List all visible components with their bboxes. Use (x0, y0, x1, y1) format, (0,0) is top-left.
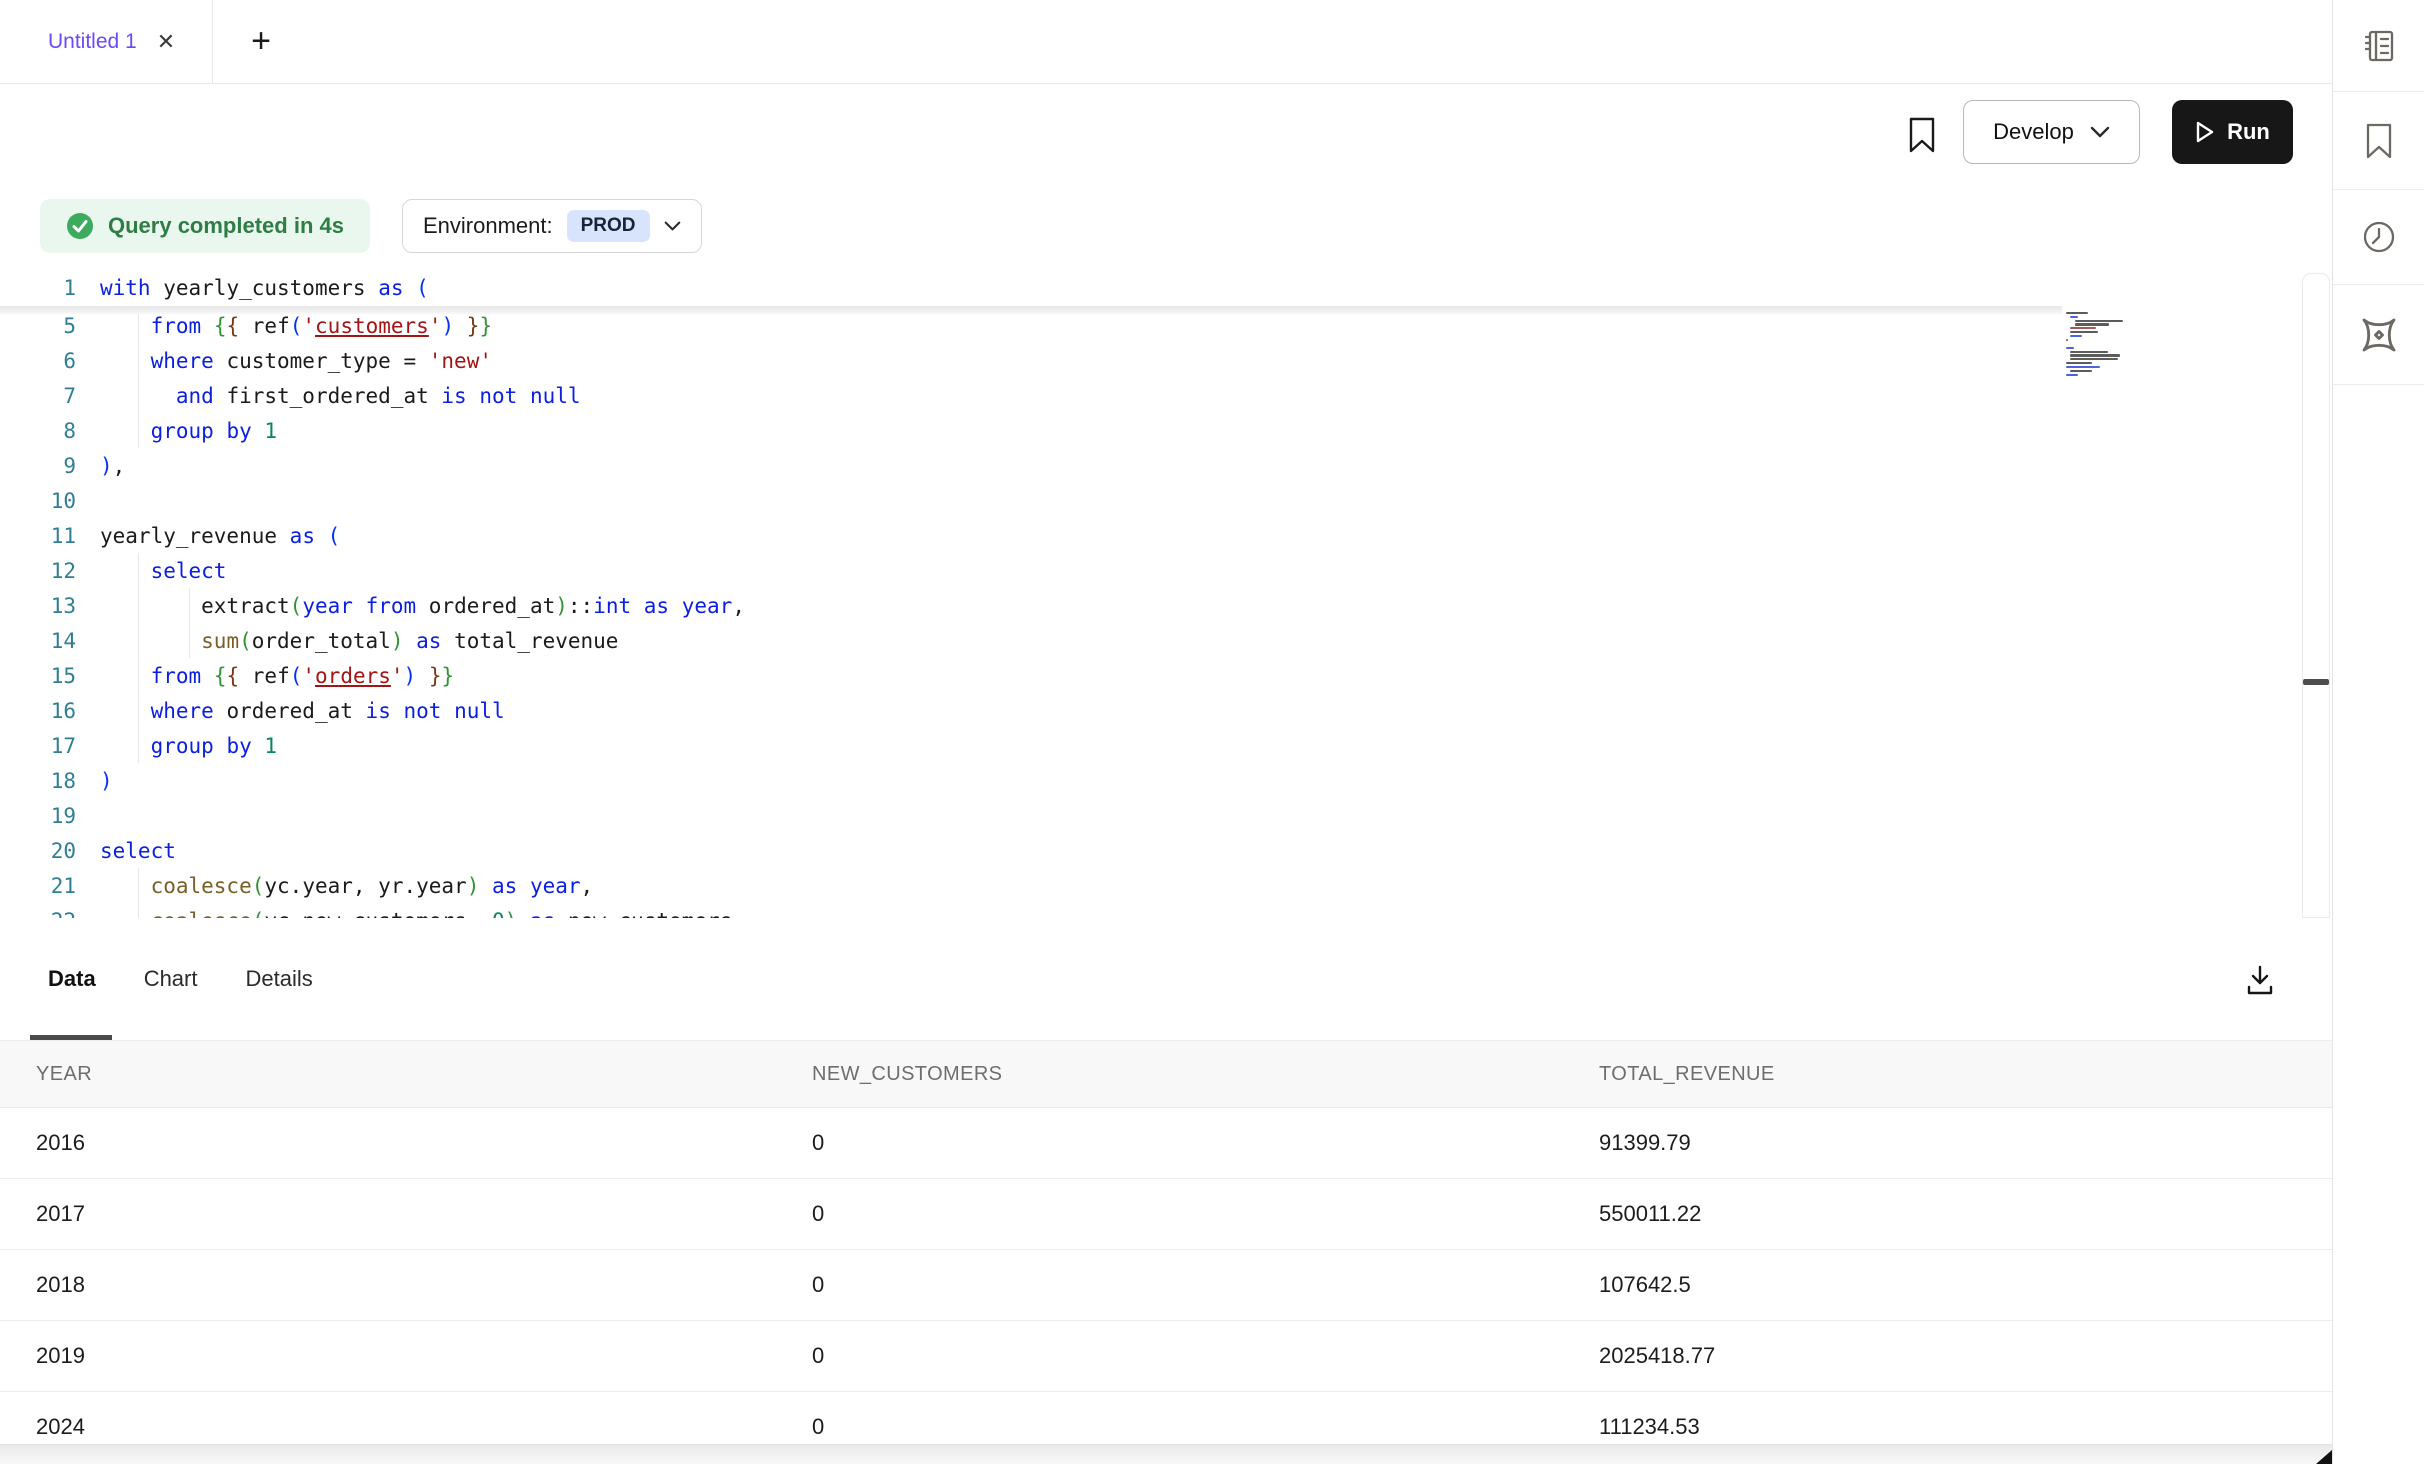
environment-selector[interactable]: Environment: PROD (402, 199, 702, 253)
tab-data-label: Data (48, 966, 96, 992)
code-line[interactable]: 19 (0, 798, 2302, 833)
table-cell: 0 (812, 1343, 1599, 1369)
table-cell: 2024 (0, 1414, 812, 1440)
table-cell: 2016 (0, 1130, 812, 1156)
history-clock-icon (2360, 218, 2398, 256)
editor-scrollbar-track[interactable] (2302, 273, 2330, 918)
chevron-down-icon (2090, 126, 2110, 138)
sticky-scroll-shadow (0, 306, 2062, 314)
tab-untitled-1[interactable]: Untitled 1 ✕ (0, 0, 213, 83)
table-cell: 0 (812, 1130, 1599, 1156)
bookmark-button[interactable] (1898, 110, 1946, 164)
sql-editor[interactable]: 1 with yearly_customers as ( 5 from {{ r… (0, 262, 2302, 918)
code-line[interactable]: 20select (0, 833, 2302, 868)
indent-guide (138, 308, 139, 448)
download-results-button[interactable] (2238, 958, 2282, 1002)
sidebar-notebook-button[interactable] (2333, 0, 2424, 92)
code-line[interactable]: 11yearly_revenue as ( (0, 518, 2302, 553)
line-number: 1 (0, 276, 100, 300)
code-line[interactable]: 15 from {{ ref('orders') }} (0, 658, 2302, 693)
close-icon[interactable]: ✕ (157, 31, 175, 53)
table-cell: 0 (812, 1414, 1599, 1440)
table-cell: 107642.5 (1599, 1272, 2332, 1298)
editor-scrollbar-thumb[interactable] (2303, 679, 2329, 685)
code-lines[interactable]: 5 from {{ ref('customers') }}6 where cus… (0, 308, 2302, 918)
resize-handle[interactable] (2316, 1450, 2332, 1464)
query-status-text: Query completed in 4s (108, 213, 344, 239)
table-row: 201902025418.77 (0, 1321, 2332, 1392)
chevron-down-icon (664, 220, 681, 232)
bookmark-icon (2364, 122, 2394, 160)
table-cell: 550011.22 (1599, 1201, 2332, 1227)
tab-chart[interactable]: Chart (144, 918, 198, 1040)
results-tab-bar: Data Chart Details (0, 918, 2332, 1040)
query-status-badge: Query completed in 4s (40, 199, 370, 253)
code-line[interactable]: 18) (0, 763, 2302, 798)
code-line[interactable]: 10 (0, 483, 2302, 518)
tab-details[interactable]: Details (245, 918, 312, 1040)
table-row: 20180107642.5 (0, 1250, 2332, 1321)
code-line[interactable]: 7 and first_ordered_at is not null (0, 378, 2302, 413)
environment-label: Environment: (423, 213, 553, 239)
tab-chart-label: Chart (144, 966, 198, 992)
develop-dropdown[interactable]: Develop (1963, 100, 2140, 164)
sticky-code: with yearly_customers as ( (100, 276, 429, 300)
column-header: YEAR (0, 1063, 812, 1086)
tab-data[interactable]: Data (48, 918, 96, 1040)
code-line[interactable]: 14 sum(order_total) as total_revenue (0, 623, 2302, 658)
sidebar-dbt-explorer-button[interactable] (2333, 285, 2424, 385)
results-table-footer-strip (0, 1444, 2332, 1464)
table-cell: 0 (812, 1272, 1599, 1298)
code-line[interactable]: 12 select (0, 553, 2302, 588)
column-header: TOTAL_REVENUE (1599, 1063, 2332, 1086)
table-cell: 2017 (0, 1201, 812, 1227)
results-table-body: 2016091399.7920170550011.2220180107642.5… (0, 1108, 2332, 1463)
code-line[interactable]: 8 group by 1 (0, 413, 2302, 448)
code-line[interactable]: 17 group by 1 (0, 728, 2302, 763)
table-row: 20170550011.22 (0, 1179, 2332, 1250)
code-line[interactable]: 21 coalesce(yc.year, yr.year) as year, (0, 868, 2302, 903)
indent-guide (138, 868, 139, 918)
table-cell: 0 (812, 1201, 1599, 1227)
code-line[interactable]: 13 extract(year from ordered_at)::int as… (0, 588, 2302, 623)
results-table-header: YEARNEW_CUSTOMERSTOTAL_REVENUE (0, 1040, 2332, 1108)
sidebar-history-button[interactable] (2333, 190, 2424, 285)
tab-bar: Untitled 1 ✕ + (0, 0, 2332, 84)
environment-value-badge: PROD (567, 210, 650, 242)
code-line[interactable]: 16 where ordered_at is not null (0, 693, 2302, 728)
indent-guide (138, 553, 139, 763)
run-button[interactable]: Run (2172, 100, 2293, 164)
table-row: 2016091399.79 (0, 1108, 2332, 1179)
develop-label: Develop (1993, 119, 2074, 145)
table-cell: 2025418.77 (1599, 1343, 2332, 1369)
run-label: Run (2227, 119, 2270, 145)
code-line[interactable]: 9), (0, 448, 2302, 483)
column-header: NEW_CUSTOMERS (812, 1063, 1599, 1086)
table-cell: 91399.79 (1599, 1130, 2332, 1156)
play-icon (2195, 120, 2215, 144)
table-cell: 111234.53 (1599, 1414, 2332, 1440)
tab-details-label: Details (245, 966, 312, 992)
new-tab-button[interactable]: + (238, 18, 284, 64)
check-circle-icon (66, 212, 94, 240)
right-sidebar (2332, 0, 2424, 1464)
table-cell: 2019 (0, 1343, 812, 1369)
sticky-line-1: 1 with yearly_customers as ( (0, 270, 2302, 306)
bookmark-icon (1907, 116, 1937, 159)
code-line[interactable]: 22 coalesce(yc.new_customers, 0) as new_… (0, 903, 2302, 918)
dbt-logo-icon (2359, 315, 2399, 355)
download-icon (2244, 963, 2276, 997)
sidebar-bookmarks-button[interactable] (2333, 92, 2424, 190)
plus-icon: + (251, 22, 271, 61)
tab-label: Untitled 1 (48, 30, 137, 54)
table-cell: 2018 (0, 1272, 812, 1298)
code-line[interactable]: 6 where customer_type = 'new' (0, 343, 2302, 378)
indent-guide (189, 588, 190, 658)
notebook-icon (2360, 27, 2398, 65)
